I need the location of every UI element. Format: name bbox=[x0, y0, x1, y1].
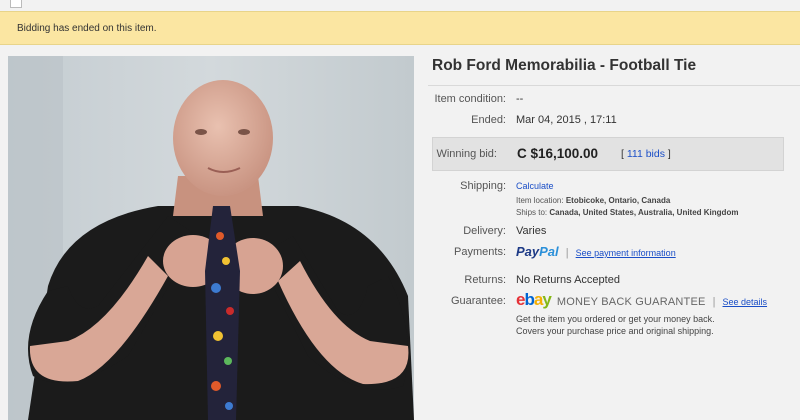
shipping-value: Calculate bbox=[516, 181, 554, 191]
watch-checkbox[interactable] bbox=[10, 0, 22, 8]
ebay-logo-b: b bbox=[524, 290, 534, 309]
condition-label: Item condition: bbox=[434, 93, 506, 105]
money-back-guarantee-text: MONEY BACK GUARANTEE bbox=[556, 296, 706, 308]
guarantee-value: ebay MONEY BACK GUARANTEE | See details bbox=[516, 290, 767, 310]
item-photo[interactable] bbox=[8, 56, 414, 420]
ended-label: Ended: bbox=[471, 114, 506, 126]
item-location-value: Etobicoke, Ontario, Canada bbox=[565, 196, 671, 205]
guarantee-separator: | bbox=[712, 296, 716, 308]
payments-value: PayPal | See payment information bbox=[516, 244, 676, 259]
paypal-logo-pay: Pay bbox=[516, 244, 540, 259]
banner-text: Bidding has ended on this item. bbox=[17, 23, 157, 34]
guarantee-line-1: Get the item you ordered or get your mon… bbox=[516, 314, 715, 324]
item-location: Item location: Etobicoke, Ontario, Canad… bbox=[516, 196, 670, 205]
paypal-logo: PayPal bbox=[516, 244, 559, 259]
bidding-ended-banner: Bidding has ended on this item. bbox=[0, 11, 800, 45]
returns-value: No Returns Accepted bbox=[516, 274, 620, 286]
ended-value: Mar 04, 2015 , 17:11 bbox=[516, 114, 617, 126]
shipping-label: Shipping: bbox=[460, 180, 506, 192]
delivery-value: Varies bbox=[516, 225, 547, 237]
winning-bid-label: Winning bid: bbox=[436, 148, 497, 160]
bid-count: [ 111 bids ] bbox=[621, 148, 671, 160]
winning-bid-price: C $16,100.00 bbox=[517, 146, 599, 161]
guarantee-label: Guarantee: bbox=[450, 295, 506, 307]
ebay-logo-y: y bbox=[542, 290, 552, 309]
condition-value: -- bbox=[516, 93, 524, 105]
bids-bracket-close: ] bbox=[664, 148, 671, 160]
bid-history-link[interactable]: 111 bids bbox=[627, 148, 665, 160]
see-payment-info-link[interactable]: See payment information bbox=[576, 248, 676, 258]
paypal-logo-pal: Pal bbox=[539, 244, 559, 259]
payments-label: Payments: bbox=[454, 246, 506, 258]
winning-bid-box: Winning bid: C $16,100.00 [ 111 bids ] bbox=[432, 137, 784, 171]
ebay-logo: ebay bbox=[516, 290, 552, 309]
item-location-label: Item location: bbox=[516, 196, 564, 205]
ships-to-value: Canada, United States, Australia, United… bbox=[549, 208, 739, 217]
ships-to-label: Ships to: bbox=[516, 208, 548, 217]
item-title: Rob Ford Memorabilia - Football Tie bbox=[432, 57, 697, 74]
see-details-link[interactable]: See details bbox=[723, 297, 768, 307]
guarantee-line-2: Covers your purchase price and original … bbox=[516, 326, 714, 336]
title-divider bbox=[428, 85, 800, 86]
ships-to: Ships to: Canada, United States, Austral… bbox=[516, 208, 738, 217]
top-strip bbox=[0, 0, 800, 10]
returns-label: Returns: bbox=[464, 274, 506, 286]
calculate-shipping-link[interactable]: Calculate bbox=[516, 181, 554, 191]
payments-separator: | bbox=[565, 247, 569, 259]
delivery-label: Delivery: bbox=[463, 225, 506, 237]
